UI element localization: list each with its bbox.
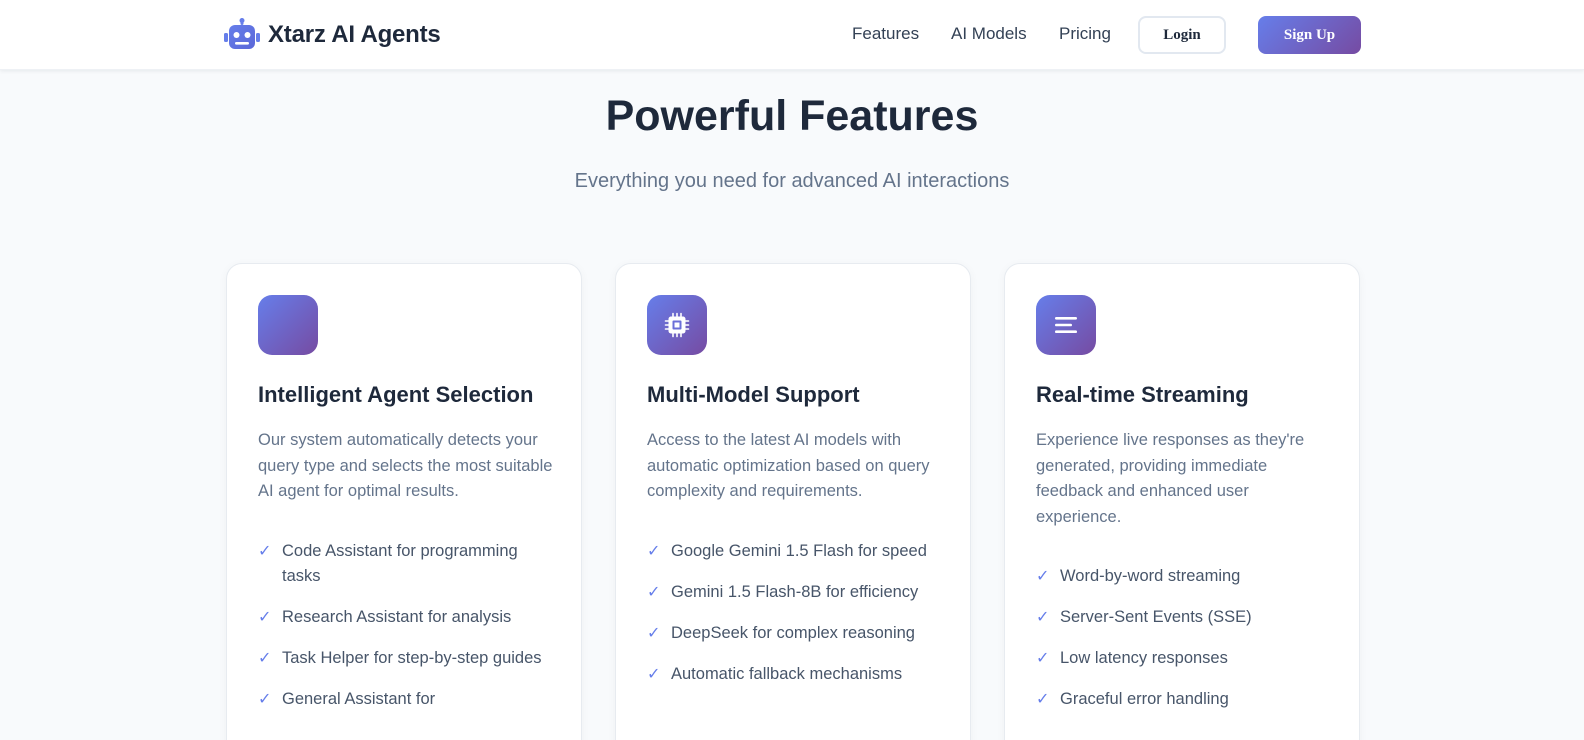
list-item: ✓ DeepSeek for complex reasoning	[647, 621, 947, 646]
list-item: ✓ Server-Sent Events (SSE)	[1036, 605, 1336, 630]
microchip-icon	[664, 312, 690, 338]
feature-list: ✓ Code Assistant for programming tasks ✓ R…	[258, 539, 558, 728]
check-icon: ✓	[258, 691, 272, 708]
list-item-text: Research Assistant for analysis	[282, 608, 512, 626]
check-icon: ✓	[258, 543, 272, 560]
brain-icon	[258, 295, 318, 355]
signup-button[interactable]: Sign Up	[1258, 16, 1361, 54]
list-item: ✓ Automatic fallback mechanisms	[647, 662, 947, 687]
card-title: Intelligent Agent Selection	[258, 382, 534, 407]
section-subtitle: Everything you need for advanced AI inte…	[574, 170, 1010, 192]
list-item-text: Task Helper for step-by-step guides	[282, 649, 542, 667]
card-description: Our system automatically detects your qu…	[258, 431, 553, 500]
stream-icon	[1055, 317, 1077, 333]
feature-card-streaming: Real-time Streaming Experience live resp…	[1004, 263, 1360, 740]
list-item: ✓ Google Gemini 1.5 Flash for speed	[647, 539, 947, 564]
list-item: ✓ Code Assistant for programming tasks	[258, 539, 558, 589]
check-icon: ✓	[647, 584, 661, 601]
login-button[interactable]: Login	[1138, 16, 1226, 54]
list-item-text: Graceful error handling	[1060, 690, 1229, 708]
list-item-text: General Assistant for	[282, 690, 436, 708]
list-item: ✓ Low latency responses	[1036, 646, 1336, 671]
list-item: ✓ Gemini 1.5 Flash-8B for efficiency	[647, 580, 947, 605]
check-icon: ✓	[1036, 609, 1050, 626]
card-description: Experience live responses as they're gen…	[1036, 431, 1305, 526]
feature-list: ✓ Google Gemini 1.5 Flash for speed ✓ Gemi…	[647, 539, 947, 703]
check-icon: ✓	[1036, 650, 1050, 667]
list-item-text: Low latency responses	[1060, 649, 1228, 667]
list-item: ✓ Word-by-word streaming	[1036, 564, 1336, 589]
list-item-text: DeepSeek for complex reasoning	[671, 624, 915, 642]
list-item-text: Google Gemini 1.5 Flash for speed	[671, 542, 927, 560]
card-title: Multi-Model Support	[647, 382, 860, 407]
feature-card-agent-selection: Intelligent Agent Selection Our system a…	[226, 263, 582, 740]
section-title: Powerful Features	[605, 92, 979, 140]
list-item-text: Gemini 1.5 Flash-8B for efficiency	[671, 583, 919, 601]
check-icon: ✓	[647, 625, 661, 642]
nav-link-features[interactable]: Features	[852, 24, 919, 44]
card-icon-wrap	[647, 295, 707, 355]
card-description: Access to the latest AI models with auto…	[647, 431, 930, 500]
check-icon: ✓	[647, 543, 661, 560]
list-item: ✓ Task Helper for step-by-step guides	[258, 646, 558, 671]
list-item-text: Code Assistant for programming tasks	[282, 542, 518, 585]
robot-icon	[224, 18, 260, 49]
card-icon-wrap	[1036, 295, 1096, 355]
check-icon: ✓	[647, 666, 661, 683]
list-item: ✓ Graceful error handling	[1036, 687, 1336, 712]
check-icon: ✓	[1036, 691, 1050, 708]
check-icon: ✓	[1036, 568, 1050, 585]
list-item-text: Automatic fallback mechanisms	[671, 665, 903, 683]
list-item: ✓ General Assistant for	[258, 687, 558, 712]
nav-link-pricing[interactable]: Pricing	[1059, 24, 1111, 44]
brand-logo[interactable]: Xtarz AI Agents	[224, 18, 441, 52]
navbar: Xtarz AI Agents Features AI Models Prici…	[0, 0, 1584, 70]
list-item-text: Server-Sent Events (SSE)	[1060, 608, 1252, 626]
feature-list: ✓ Word-by-word streaming ✓ Server-Sent Eve…	[1036, 564, 1336, 728]
check-icon: ✓	[258, 650, 272, 667]
feature-card-multi-model: Multi-Model Support Access to the latest…	[615, 263, 971, 740]
brand-name: Xtarz AI Agents	[268, 21, 441, 48]
list-item: ✓ Research Assistant for analysis	[258, 605, 558, 630]
card-title: Real-time Streaming	[1036, 382, 1249, 407]
check-icon: ✓	[258, 609, 272, 626]
list-item-text: Word-by-word streaming	[1060, 567, 1241, 585]
nav-link-ai-models[interactable]: AI Models	[951, 24, 1027, 44]
